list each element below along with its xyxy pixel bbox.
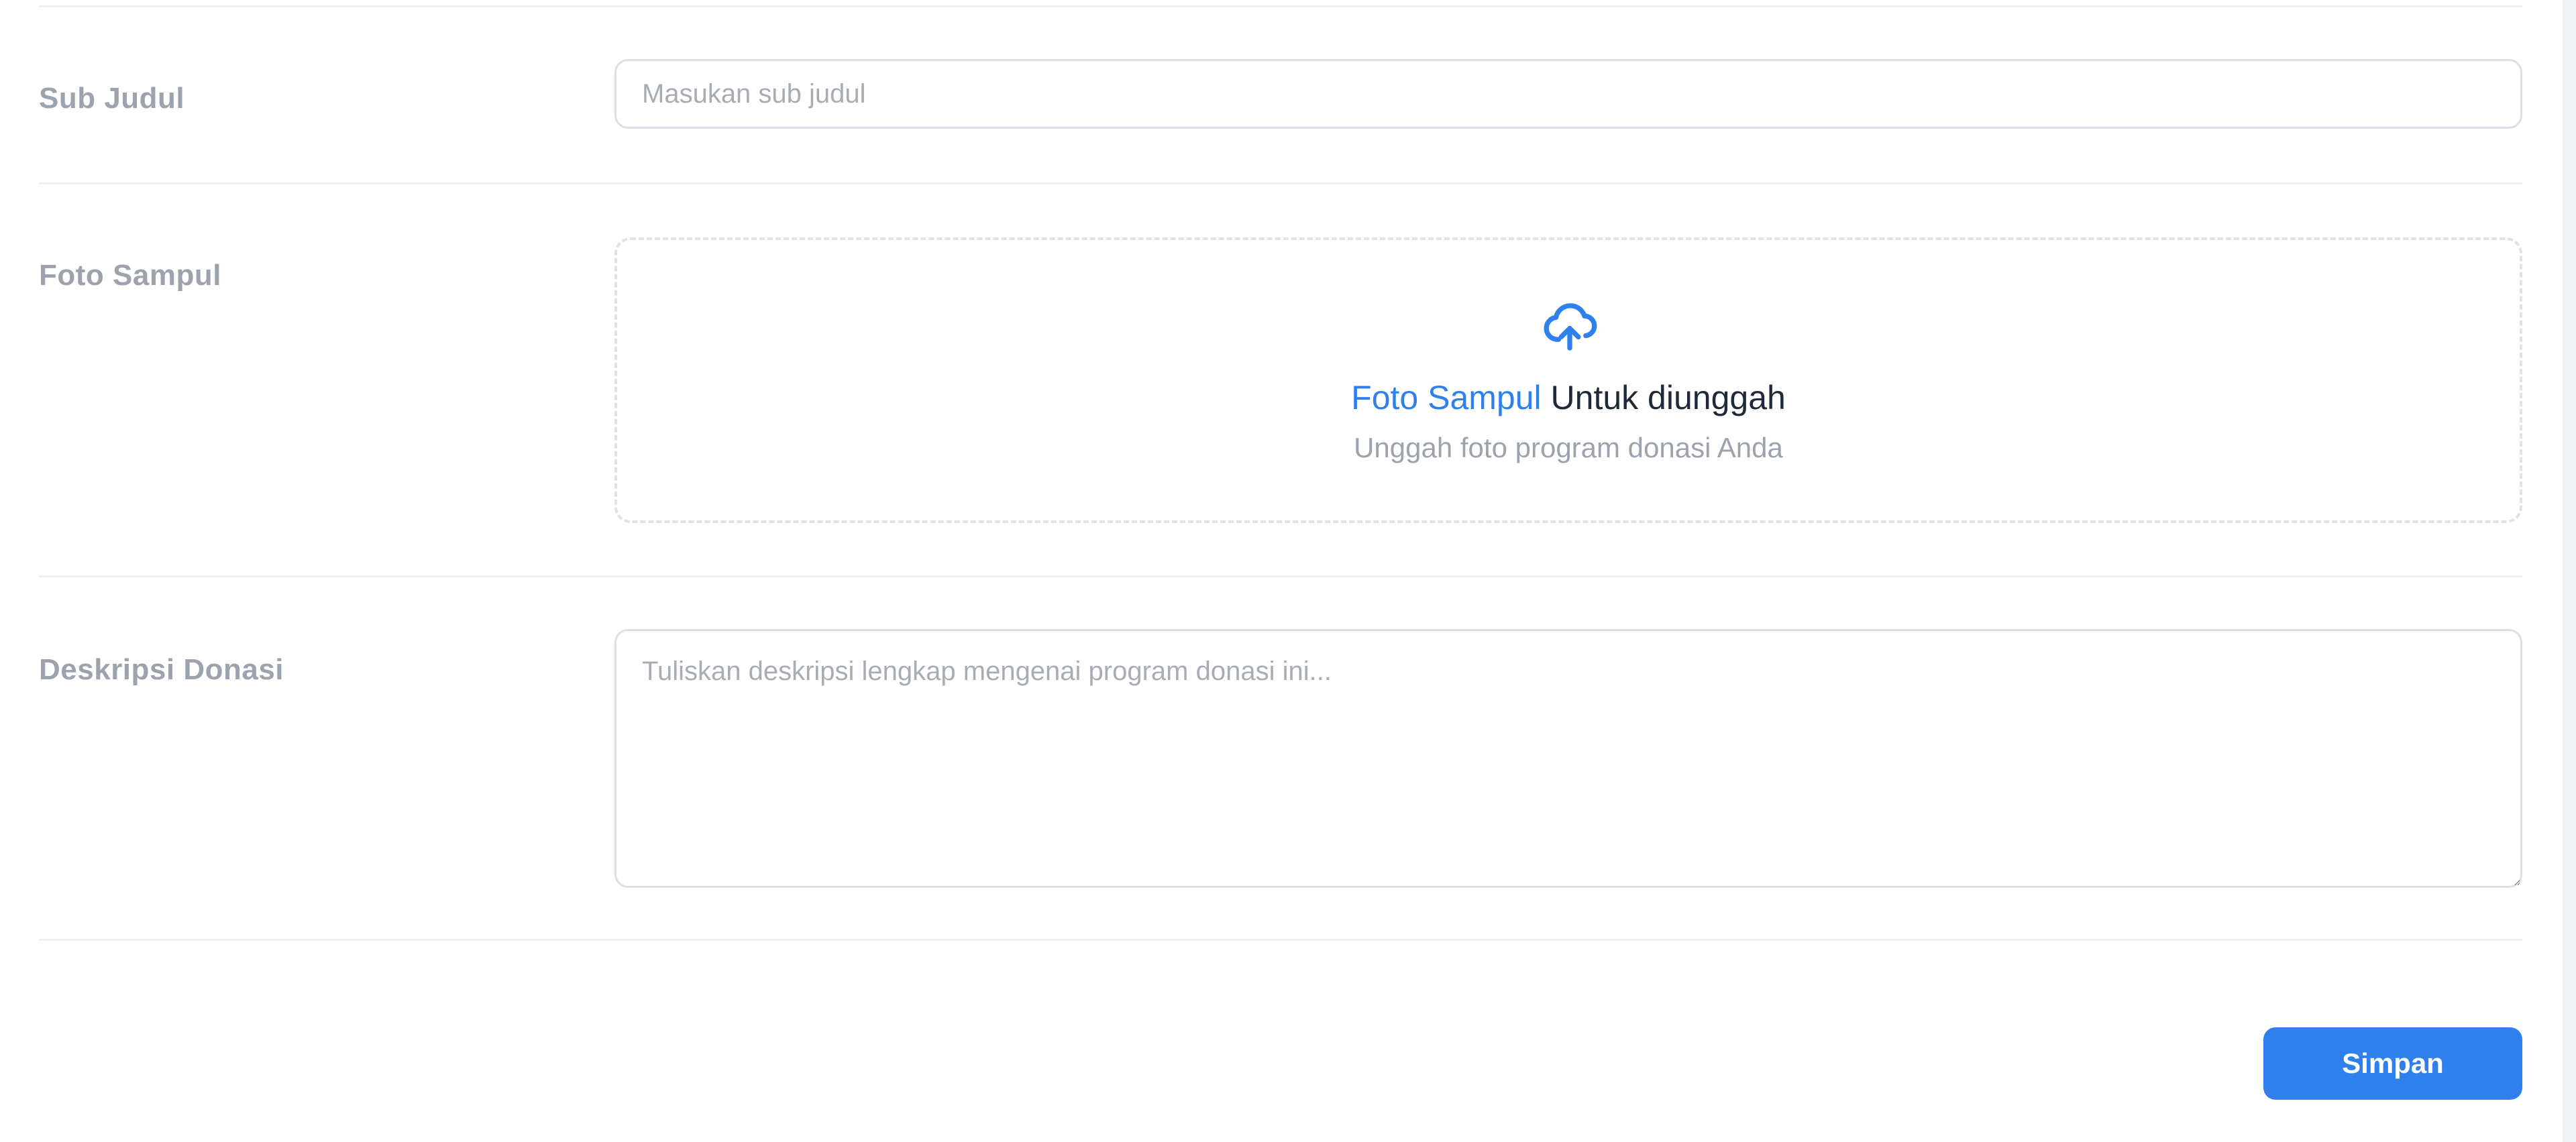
sub-judul-input[interactable] bbox=[614, 59, 2522, 129]
divider-top bbox=[39, 5, 2522, 7]
upload-hint: Unggah foto program donasi Anda bbox=[1354, 432, 1783, 463]
sub-judul-label: Sub Judul bbox=[39, 82, 185, 115]
upload-text: Untuk diunggah bbox=[1541, 379, 1786, 416]
page-scrollbar[interactable] bbox=[2563, 0, 2576, 1142]
divider-3 bbox=[39, 939, 2522, 941]
save-button[interactable]: Simpan bbox=[2263, 1027, 2522, 1100]
form-card: Sub Judul Foto Sampul Foto Sampul Untuk … bbox=[0, 0, 2563, 1142]
foto-sampul-dropzone[interactable]: Foto Sampul Untuk diunggah Unggah foto p… bbox=[614, 237, 2522, 523]
cloud-upload-icon bbox=[1544, 303, 1597, 351]
upload-link[interactable]: Foto Sampul bbox=[1351, 379, 1541, 416]
divider-1 bbox=[39, 182, 2522, 184]
upload-title: Foto Sampul Untuk diunggah bbox=[617, 378, 2520, 417]
deskripsi-donasi-label: Deskripsi Donasi bbox=[39, 653, 284, 686]
divider-2 bbox=[39, 575, 2522, 577]
foto-sampul-label: Foto Sampul bbox=[39, 259, 221, 292]
deskripsi-donasi-textarea[interactable] bbox=[614, 629, 2522, 888]
